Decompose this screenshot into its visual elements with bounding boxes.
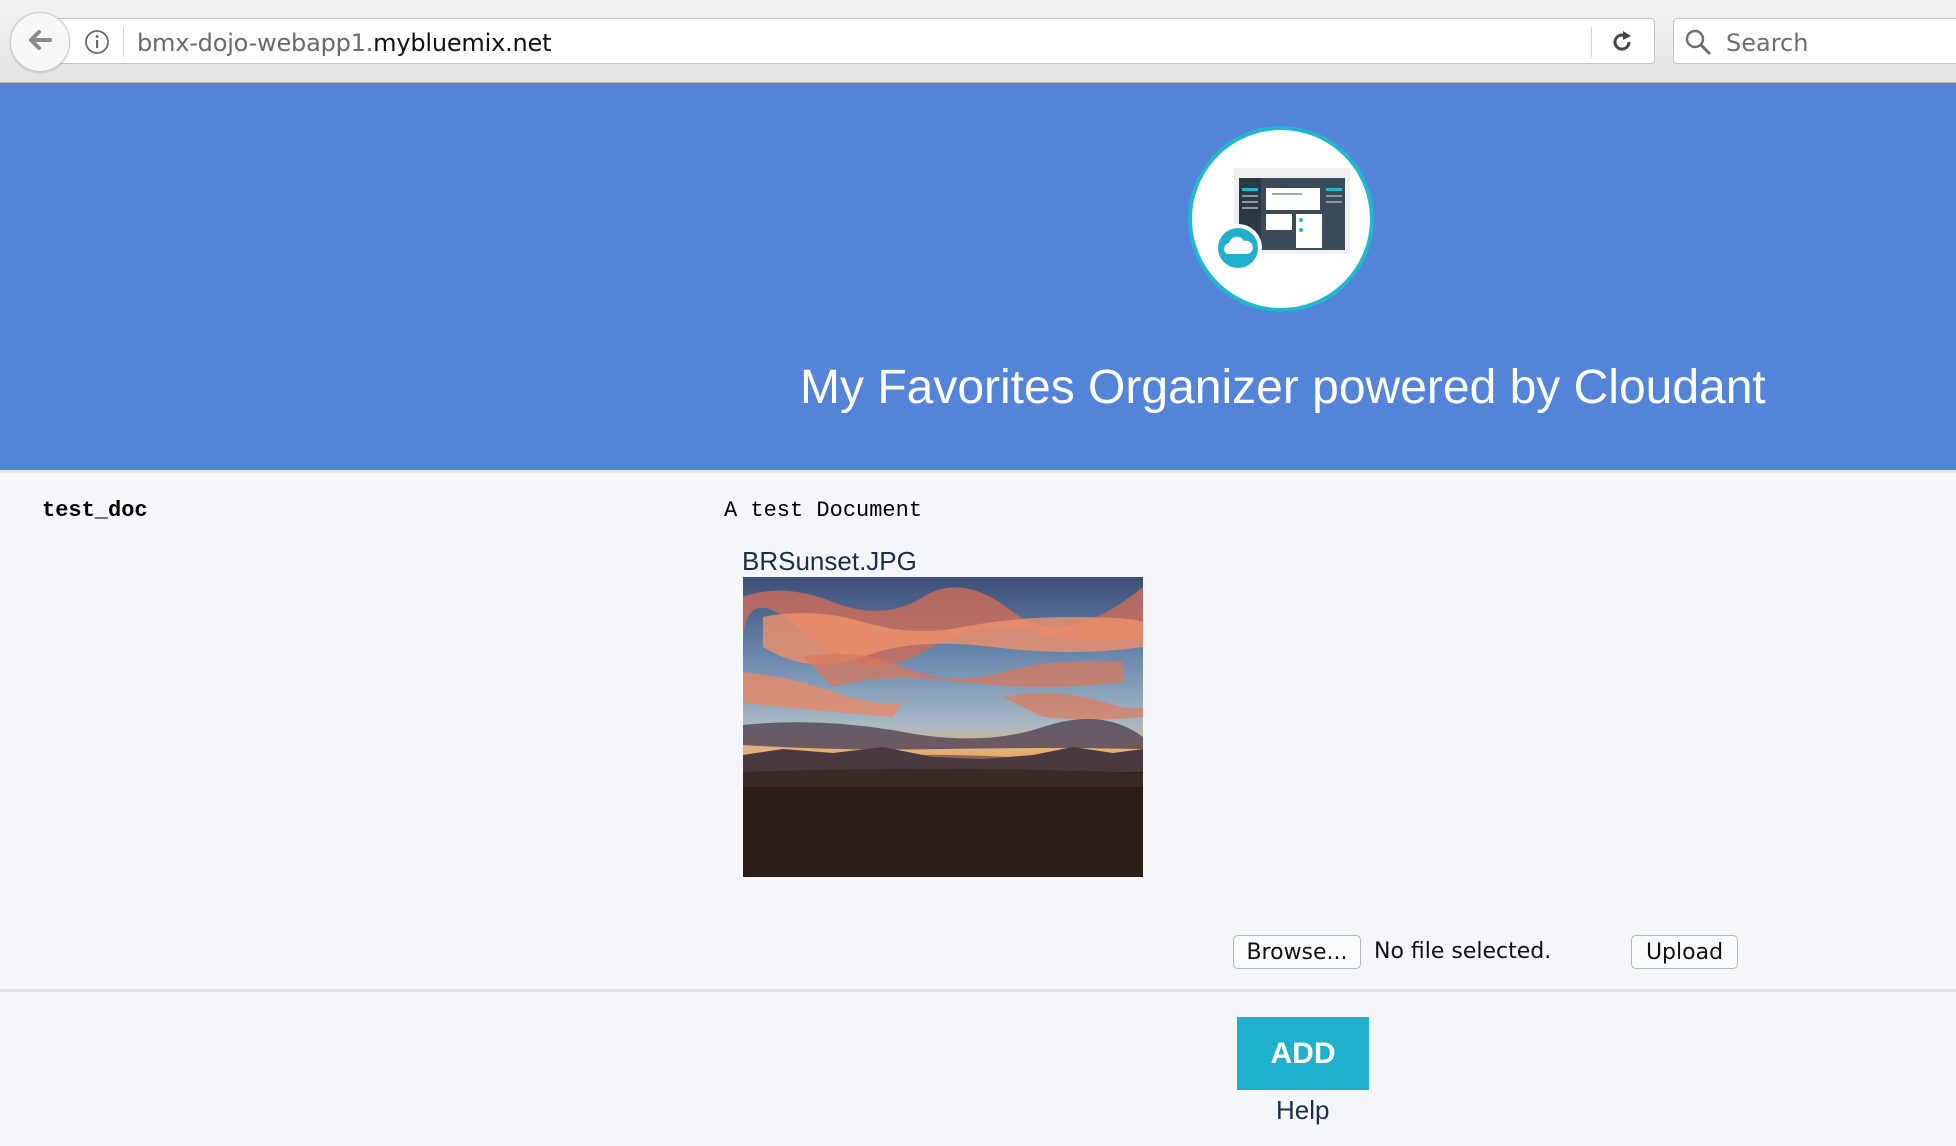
file-status-text: No file selected.	[1374, 939, 1552, 964]
search-placeholder: Search	[1726, 29, 1809, 57]
favorites-organizer-logo-icon	[1214, 168, 1350, 272]
browser-search-input[interactable]: Search	[1673, 18, 1956, 64]
back-arrow-icon	[25, 25, 55, 60]
browse-button[interactable]: Browse...	[1233, 935, 1361, 969]
url-divider	[123, 27, 124, 57]
attachment-image[interactable]	[743, 577, 1143, 877]
upload-button[interactable]: Upload	[1631, 935, 1738, 969]
add-button[interactable]: ADD	[1237, 1017, 1369, 1090]
app-logo	[1188, 126, 1374, 312]
browser-toolbar: bmx-dojo-webapp1.mybluemix.net Search	[0, 0, 1956, 83]
app-header: My Favorites Organizer powered by Clouda…	[0, 83, 1956, 470]
document-row: test_doc A test Document BRSunset.JPG Br…	[0, 470, 1956, 992]
url-text[interactable]: bmx-dojo-webapp1.mybluemix.net	[137, 29, 551, 57]
document-name[interactable]: test_doc	[42, 498, 148, 523]
back-button[interactable]	[10, 12, 70, 72]
help-link[interactable]: Help	[1276, 1095, 1329, 1126]
url-domain: mybluemix.net	[373, 29, 552, 57]
search-icon	[1684, 28, 1712, 61]
reload-divider	[1591, 27, 1592, 57]
url-subdomain: bmx-dojo-webapp1.	[137, 29, 374, 57]
info-icon[interactable]	[84, 29, 110, 60]
document-description[interactable]: A test Document	[724, 498, 922, 523]
address-bar[interactable]: bmx-dojo-webapp1.mybluemix.net	[50, 18, 1655, 64]
attachment-filename[interactable]: BRSunset.JPG	[742, 546, 917, 577]
reload-icon[interactable]	[1609, 29, 1635, 60]
app-title: My Favorites Organizer powered by Clouda…	[800, 361, 1766, 414]
